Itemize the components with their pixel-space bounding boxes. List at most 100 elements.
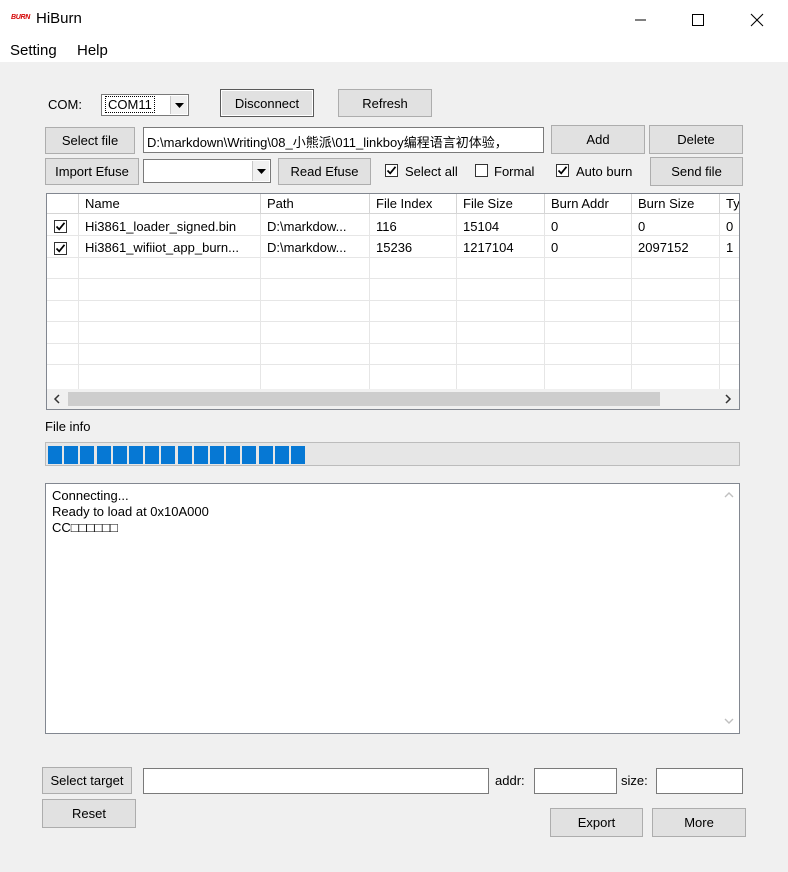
select-file-button[interactable]: Select file: [45, 127, 135, 154]
row-checkbox[interactable]: [54, 242, 67, 255]
file-info-label: File info: [45, 419, 91, 434]
scrollbar-thumb[interactable]: [68, 392, 660, 406]
log-output[interactable]: Connecting... Ready to load at 0x10A000 …: [45, 483, 740, 734]
title-bar: BURN HiBurn: [0, 0, 788, 40]
cell-path: D:\markdow...: [261, 237, 370, 258]
chevron-down-icon: [174, 102, 184, 108]
progress-block: [48, 446, 62, 464]
close-button[interactable]: [734, 0, 780, 40]
minimize-button[interactable]: [618, 0, 664, 40]
read-efuse-button[interactable]: Read Efuse: [278, 158, 371, 185]
close-icon: [750, 13, 764, 27]
file-path-input[interactable]: D:\markdown\Writing\08_小熊派\011_linkboy编程…: [143, 127, 544, 153]
select-all-checkbox[interactable]: [385, 164, 398, 177]
column-header-check[interactable]: [47, 194, 79, 214]
com-select[interactable]: COM11: [101, 94, 189, 116]
com-label: COM:: [48, 97, 82, 112]
cell-path: D:\markdow...: [261, 216, 370, 237]
auto-burn-checkbox[interactable]: [556, 164, 569, 177]
chevron-down-icon: [256, 168, 266, 174]
cell-burn-size: 0: [632, 216, 720, 237]
cell-file-index: 15236: [370, 237, 457, 258]
scroll-up-icon[interactable]: [724, 491, 734, 498]
progress-block: [193, 446, 208, 464]
size-label: size:: [621, 773, 648, 788]
check-icon: [55, 244, 66, 253]
cell-type: 0: [720, 216, 739, 237]
app-logo: BURN: [11, 14, 31, 21]
cell-file-size: 15104: [457, 216, 545, 237]
column-header-file-index[interactable]: File Index: [370, 194, 457, 214]
export-button[interactable]: Export: [550, 808, 643, 837]
maximize-icon: [692, 14, 704, 26]
column-header-name[interactable]: Name: [79, 194, 261, 214]
formal-checkbox[interactable]: [475, 164, 488, 177]
column-header-path[interactable]: Path: [261, 194, 370, 214]
vertical-scrollbar[interactable]: [719, 484, 739, 733]
size-input[interactable]: [656, 768, 743, 794]
target-input[interactable]: [143, 768, 489, 794]
log-line: CC□□□□□□: [52, 520, 118, 535]
cell-name: Hi3861_wifiiot_app_burn...: [79, 237, 261, 258]
progress-block: [177, 446, 192, 464]
progress-block: [210, 446, 224, 464]
import-efuse-button[interactable]: Import Efuse: [45, 158, 139, 185]
progress-block: [274, 446, 289, 464]
progress-block: [96, 446, 111, 464]
cell-burn-addr: 0: [545, 216, 632, 237]
column-header-file-size[interactable]: File Size: [457, 194, 545, 214]
log-line: Ready to load at 0x10A000: [52, 504, 209, 519]
select-target-button[interactable]: Select target: [42, 767, 132, 794]
progress-block: [291, 446, 305, 464]
select-all-label: Select all: [405, 164, 458, 179]
disconnect-button[interactable]: Disconnect: [220, 89, 314, 117]
menu-bar: Setting Help: [0, 40, 788, 62]
combo-arrow[interactable]: [170, 96, 187, 114]
progress-block: [80, 446, 95, 464]
column-header-burn-size[interactable]: Burn Size: [632, 194, 720, 214]
more-button[interactable]: More: [652, 808, 746, 837]
progress-block: [226, 446, 241, 464]
minimize-icon: [635, 19, 646, 21]
delete-button[interactable]: Delete: [649, 125, 743, 154]
cell-file-index: 116: [370, 216, 457, 237]
column-header-type[interactable]: Ty: [720, 194, 739, 214]
progress-block: [161, 446, 176, 464]
scroll-left-icon[interactable]: [53, 394, 61, 404]
progress-block: [64, 446, 79, 464]
add-button[interactable]: Add: [551, 125, 645, 154]
horizontal-scrollbar[interactable]: [47, 389, 739, 409]
row-checkbox[interactable]: [54, 220, 67, 233]
progress-block: [145, 446, 160, 464]
progress-block: [258, 446, 273, 464]
progress-block: [242, 446, 257, 464]
refresh-button[interactable]: Refresh: [338, 89, 432, 117]
cell-name: Hi3861_loader_signed.bin: [79, 216, 261, 237]
check-icon: [557, 166, 568, 175]
maximize-button[interactable]: [675, 0, 721, 40]
combo-arrow[interactable]: [252, 161, 269, 181]
cell-burn-size: 2097152: [632, 237, 720, 258]
file-table[interactable]: Name Path File Index File Size Burn Addr…: [46, 193, 740, 410]
progress-bar: [45, 442, 740, 466]
check-icon: [55, 222, 66, 231]
progress-block: [129, 446, 143, 464]
cell-type: 1: [720, 237, 739, 258]
cell-burn-addr: 0: [545, 237, 632, 258]
com-value: COM11: [105, 96, 155, 113]
column-header-burn-addr[interactable]: Burn Addr: [545, 194, 632, 214]
menu-help[interactable]: Help: [77, 42, 108, 59]
auto-burn-label: Auto burn: [576, 164, 633, 179]
scroll-right-icon[interactable]: [724, 394, 732, 404]
addr-input[interactable]: [534, 768, 617, 794]
send-file-button[interactable]: Send file: [650, 157, 743, 186]
reset-button[interactable]: Reset: [42, 799, 136, 828]
addr-label: addr:: [495, 773, 525, 788]
progress-block: [112, 446, 127, 464]
menu-setting[interactable]: Setting: [10, 42, 57, 59]
scroll-down-icon[interactable]: [724, 718, 734, 725]
efuse-select[interactable]: [143, 159, 271, 183]
window-title: HiBurn: [36, 10, 82, 27]
log-line: Connecting...: [52, 488, 129, 503]
formal-label: Formal: [494, 164, 535, 179]
